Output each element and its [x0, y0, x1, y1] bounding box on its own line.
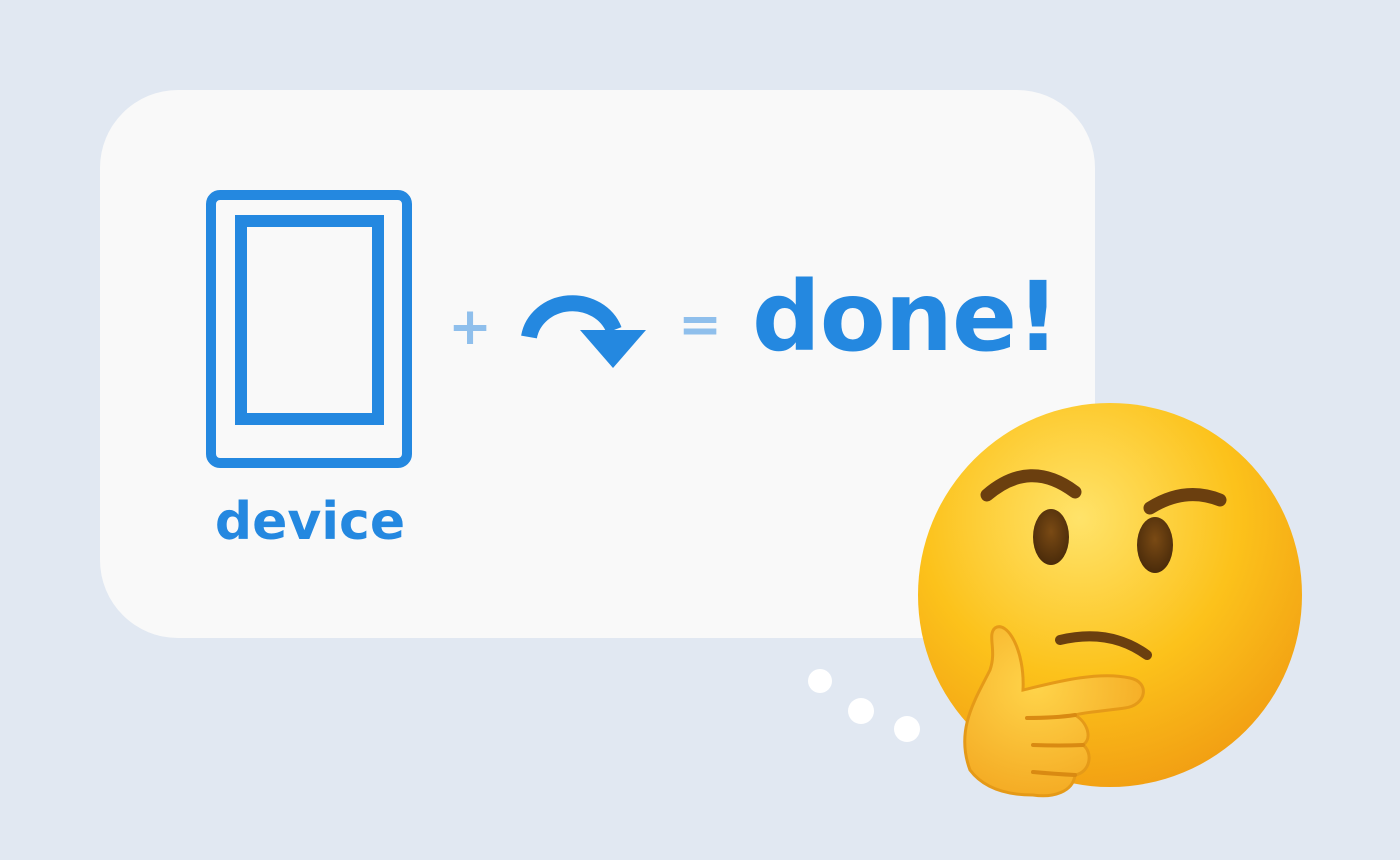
thinking-face-emoji — [918, 403, 1302, 798]
result-text: done! — [752, 261, 1060, 373]
device-label: device — [214, 492, 406, 552]
plus-operator: + — [448, 297, 492, 357]
illustration-canvas: device + = done! — [0, 0, 1400, 860]
tablet-device-icon — [206, 190, 412, 468]
thought-dot — [808, 669, 832, 693]
equals-operator: = — [678, 295, 722, 355]
thought-dot — [848, 698, 874, 724]
rotate-clockwise-arrow-icon — [521, 295, 646, 368]
